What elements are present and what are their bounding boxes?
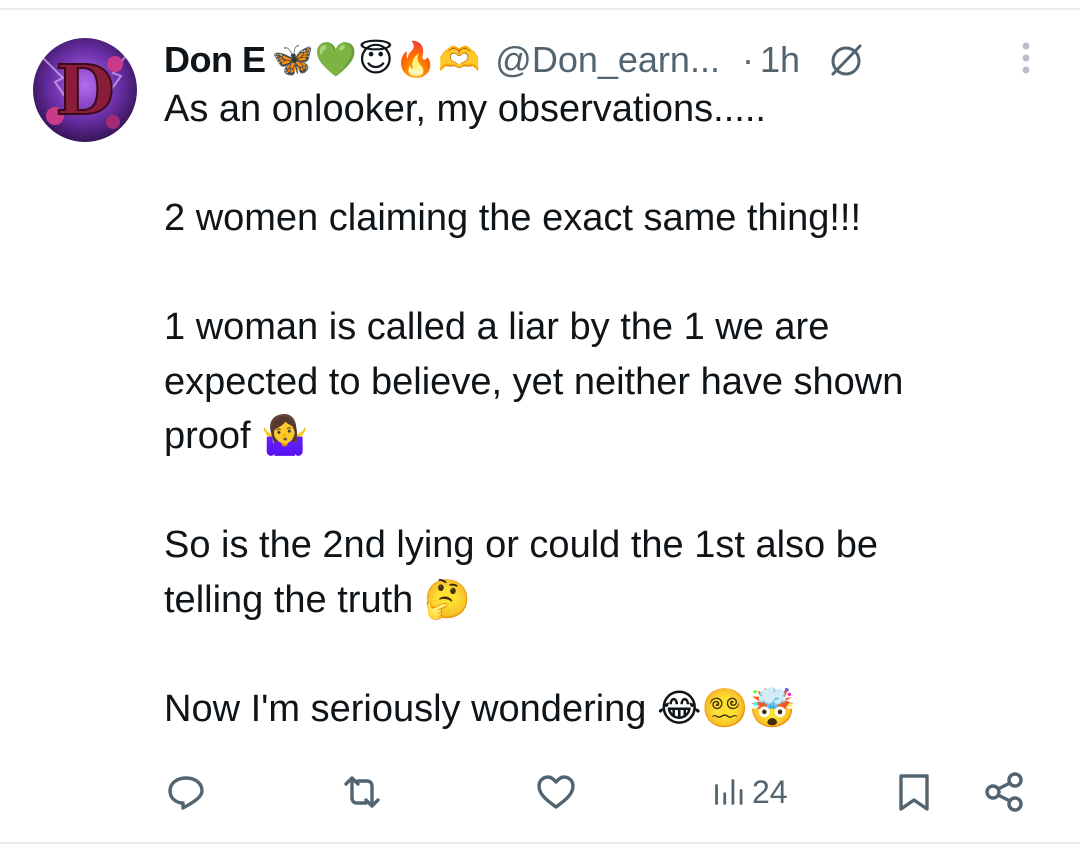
views-bar-icon bbox=[715, 779, 743, 805]
text-line: telling the truth 🤔 bbox=[164, 578, 472, 621]
action-bar: 24 bbox=[164, 762, 1044, 822]
share-button[interactable] bbox=[982, 762, 1026, 822]
mute-icon[interactable] bbox=[826, 40, 866, 80]
views-count: 24 bbox=[752, 773, 788, 810]
avatar-letter: D bbox=[56, 51, 115, 131]
user-handle[interactable]: @Don_earn... bbox=[495, 39, 720, 81]
separator-dot: · bbox=[741, 39, 754, 80]
top-divider bbox=[0, 8, 1080, 10]
tweet-text: As an onlooker, my observations..... 2 w… bbox=[164, 82, 1044, 736]
bookmark-icon bbox=[899, 774, 929, 811]
bookmark-button[interactable] bbox=[892, 762, 936, 822]
bottom-divider bbox=[0, 842, 1080, 844]
views-button[interactable]: 24 bbox=[710, 762, 788, 822]
reply-icon bbox=[168, 776, 204, 810]
text-line: Now I'm seriously wondering 😂😵‍💫🤯 bbox=[164, 687, 797, 730]
retweet-icon bbox=[344, 776, 380, 808]
like-button[interactable] bbox=[534, 762, 578, 822]
text-line: 2 women claiming the exact same thing!!! bbox=[164, 197, 862, 239]
text-line: 1 woman is called a liar by the 1 we are bbox=[164, 306, 830, 348]
more-vertical-icon[interactable] bbox=[1014, 38, 1038, 78]
avatar[interactable]: D bbox=[33, 38, 137, 142]
retweet-button[interactable] bbox=[340, 762, 384, 822]
avatar-image: D bbox=[33, 38, 137, 142]
text-line: As an onlooker, my observations..... bbox=[164, 88, 766, 130]
name-emojis: 🦋💚😇🔥🫶 bbox=[271, 41, 482, 79]
heart-icon bbox=[537, 775, 575, 809]
display-name[interactable]: Don E bbox=[164, 39, 266, 81]
timestamp[interactable]: 1h bbox=[760, 39, 800, 81]
text-line: expected to believe, yet neither have sh… bbox=[164, 360, 904, 403]
tweet-header: Don E 🦋💚😇🔥🫶 @Don_earn... · 1h bbox=[164, 32, 866, 88]
share-icon bbox=[985, 772, 1023, 812]
text-line: So is the 2nd lying or could the 1st als… bbox=[164, 524, 879, 566]
text-line: proof 🤷‍♀️ bbox=[164, 415, 309, 457]
reply-button[interactable] bbox=[164, 762, 208, 822]
